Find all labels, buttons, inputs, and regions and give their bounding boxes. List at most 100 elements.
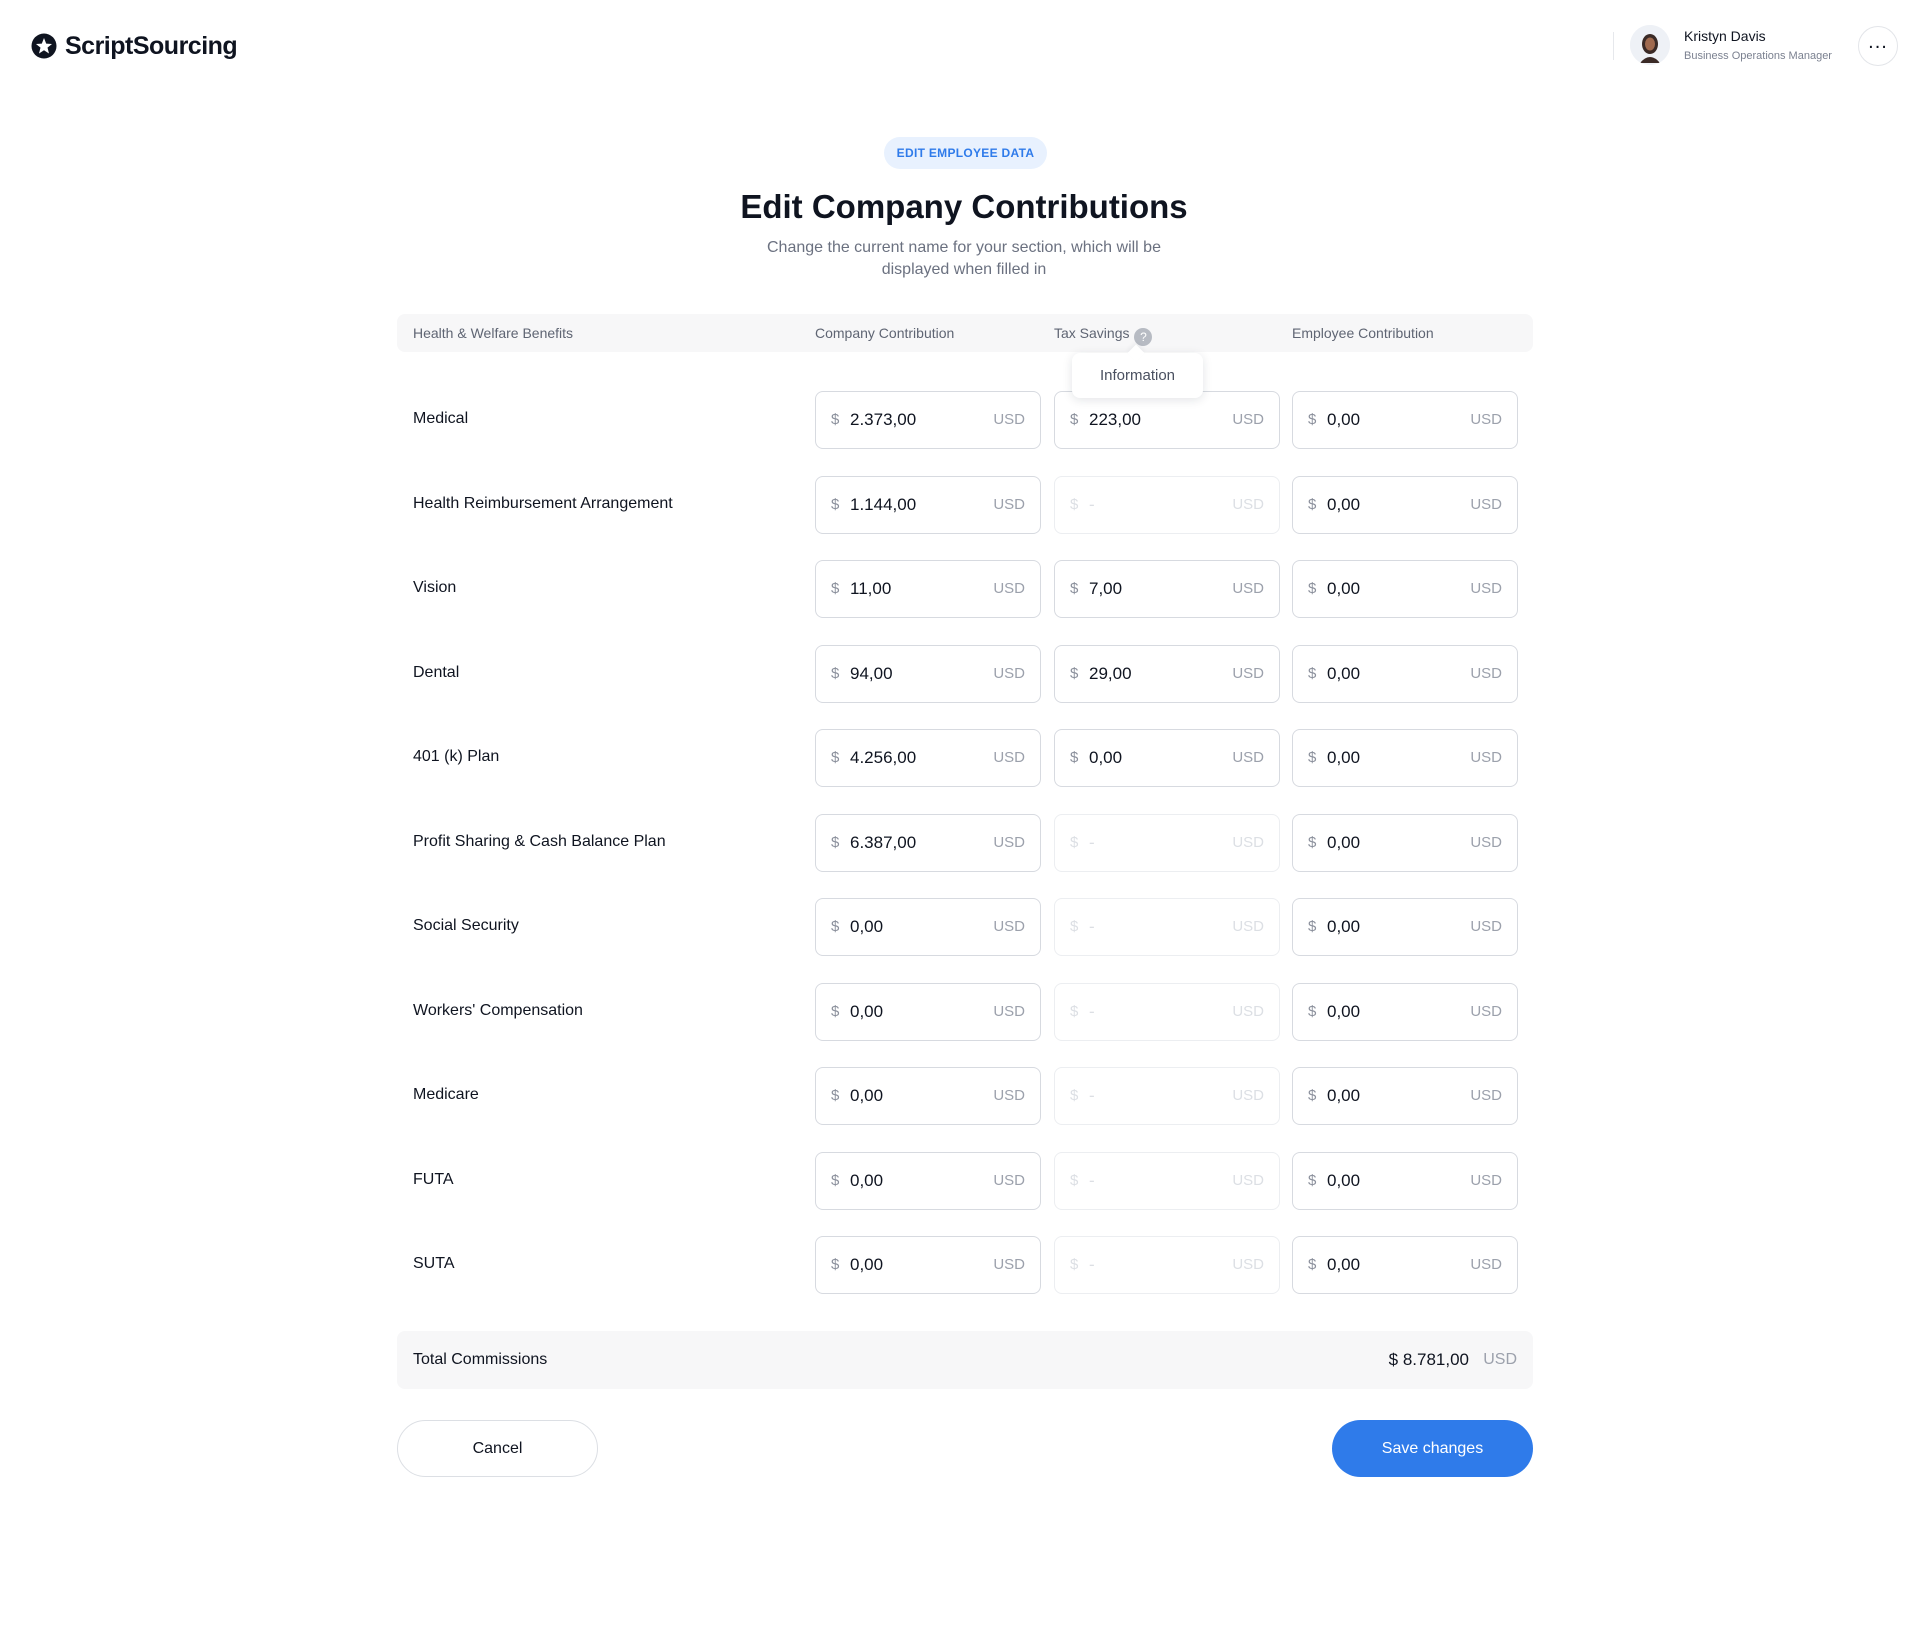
employee-contribution-input[interactable]: $0,00 USD	[1292, 1151, 1518, 1210]
tax-savings-input[interactable]: $29,00 USD	[1054, 644, 1280, 703]
more-options-button[interactable]: ...	[1858, 26, 1898, 66]
employee-contribution-input[interactable]: $0,00 USD	[1292, 475, 1518, 534]
employee-contribution-input[interactable]: $0,00 USD	[1292, 982, 1518, 1041]
row-label: Vision	[413, 579, 457, 596]
dollar-sign: $	[1308, 495, 1317, 513]
dollar-sign: $	[1070, 664, 1079, 682]
amount-value: 0,00	[1327, 832, 1361, 852]
dollar-sign: $	[1308, 1002, 1317, 1020]
currency-code: USD	[1232, 833, 1264, 851]
total-label: Total Commissions	[413, 1351, 548, 1368]
dollar-sign: $	[1070, 1256, 1079, 1273]
user-profile[interactable]: Kristyn Davis Business Operations Manage…	[1630, 25, 1832, 65]
tax-savings-input: $ - USD	[1054, 982, 1280, 1041]
company-contribution-input[interactable]: $1.144,00 USD	[815, 475, 1041, 534]
amount-value: 0,00	[850, 1255, 884, 1274]
header-employee-contribution: Employee Contribution	[1292, 325, 1434, 341]
cancel-button[interactable]: Cancel	[397, 1420, 598, 1477]
tax-savings-input[interactable]: $223,00 USD	[1054, 391, 1280, 449]
dollar-sign: $	[1308, 1171, 1317, 1189]
company-contribution-input[interactable]: $6.387,00 USD	[815, 813, 1041, 872]
total-value: $ 8.781,00	[1388, 1350, 1469, 1369]
currency-code: USD	[993, 749, 1025, 766]
currency-code: USD	[1232, 495, 1264, 513]
dollar-sign: $	[1070, 1087, 1079, 1104]
save-changes-button[interactable]: Save changes	[1332, 1420, 1533, 1477]
company-contribution-input[interactable]: $2.373,00 USD	[815, 391, 1041, 449]
employee-contribution-input[interactable]: $0,00 USD	[1292, 644, 1518, 703]
company-contribution-input[interactable]: $11,00 USD	[815, 560, 1041, 618]
dollar-sign: $	[1070, 833, 1079, 851]
amount-value: 0,00	[1327, 410, 1361, 429]
currency-code: USD	[1470, 495, 1502, 513]
employee-contribution-input[interactable]: $0,00 USD	[1292, 898, 1518, 956]
dollar-sign: $	[1070, 749, 1079, 766]
currency-code: USD	[993, 833, 1025, 851]
info-tooltip: Information	[1072, 353, 1203, 398]
amount-value: 0,00	[1327, 748, 1361, 767]
employee-contribution-input[interactable]: $0,00 USD	[1292, 560, 1518, 618]
header-tax-savings: Tax Savings?	[1054, 325, 1153, 346]
row-label: Workers' Compensation	[413, 1001, 583, 1019]
company-contribution-input[interactable]: $0,00 USD	[815, 898, 1041, 956]
logo-text: ScriptSourcing	[65, 31, 238, 60]
company-contribution-input[interactable]: $0,00 USD	[815, 1067, 1041, 1125]
currency-code: USD	[993, 918, 1025, 935]
amount-value: -	[1089, 494, 1095, 514]
tax-savings-input[interactable]: $7,00 USD	[1054, 560, 1280, 618]
employee-contribution-input[interactable]: $0,00 USD	[1292, 1067, 1518, 1125]
amount-value: -	[1089, 1086, 1095, 1105]
dollar-sign: $	[1308, 1087, 1317, 1104]
amount-value: -	[1089, 832, 1095, 852]
tax-savings-input[interactable]: $0,00 USD	[1054, 729, 1280, 787]
logo[interactable]: ScriptSourcing	[31, 30, 238, 62]
total-row: Total Commissions $ 8.781,00 USD	[397, 1331, 1533, 1389]
company-contribution-input[interactable]: $4.256,00 USD	[815, 729, 1041, 787]
currency-code: USD	[1232, 1087, 1264, 1104]
tax-savings-input: $ - USD	[1054, 1067, 1280, 1125]
company-contribution-input[interactable]: $0,00 USD	[815, 1236, 1041, 1294]
amount-value: 0,00	[850, 1170, 884, 1190]
amount-value: 1.144,00	[850, 494, 917, 514]
table-row: 401 (k) Plan $4.256,00 USD $0,00 USD $0,00 USD	[397, 729, 1533, 787]
table-row: Profit Sharing & Cash Balance Plan $6.387…	[397, 813, 1533, 872]
currency-code: USD	[1232, 749, 1264, 766]
currency-code: USD	[1470, 580, 1502, 597]
employee-contribution-input[interactable]: $0,00 USD	[1292, 729, 1518, 787]
row-label: FUTA	[413, 1170, 454, 1188]
dollar-sign: $	[831, 918, 840, 935]
currency-code: USD	[1470, 411, 1502, 428]
tax-savings-input: $ - USD	[1054, 813, 1280, 872]
page-subtitle: Change the current name for your section…	[767, 239, 1161, 278]
currency-code: USD	[1470, 749, 1502, 766]
dollar-sign: $	[1308, 918, 1317, 935]
row-label: Dental	[413, 663, 460, 681]
company-contribution-input[interactable]: $0,00 USD	[815, 982, 1041, 1041]
currency-code: USD	[993, 664, 1025, 682]
amount-value: 94,00	[850, 663, 893, 683]
company-contribution-input[interactable]: $0,00 USD	[815, 1151, 1041, 1210]
header-benefits: Health & Welfare Benefits	[413, 325, 574, 341]
amount-value: -	[1089, 1001, 1095, 1021]
row-label: SUTA	[413, 1255, 455, 1272]
amount-value: 11,00	[850, 579, 892, 598]
employee-contribution-input[interactable]: $0,00 USD	[1292, 813, 1518, 872]
employee-contribution-input[interactable]: $0,00 USD	[1292, 1236, 1518, 1294]
currency-code: USD	[1232, 1256, 1264, 1273]
currency-code: USD	[1470, 1002, 1502, 1020]
currency-code: USD	[993, 1256, 1025, 1273]
row-label: Health Reimbursement Arrangement	[413, 494, 673, 512]
dollar-sign: $	[831, 1002, 840, 1020]
amount-value: 0,00	[850, 1001, 884, 1021]
user-name: Kristyn Davis	[1684, 28, 1766, 44]
currency-code: USD	[993, 1087, 1025, 1104]
company-contribution-input[interactable]: $94,00 USD	[815, 644, 1041, 703]
info-icon[interactable]: ?	[1134, 328, 1153, 346]
tax-savings-input: $ - USD	[1054, 475, 1280, 534]
dollar-sign: $	[831, 664, 840, 682]
employee-contribution-input[interactable]: $0,00 USD	[1292, 391, 1518, 449]
total-currency: USD	[1483, 1351, 1517, 1368]
tax-savings-input: $ - USD	[1054, 898, 1280, 956]
currency-code: USD	[1470, 1171, 1502, 1189]
currency-code: USD	[1232, 1171, 1264, 1189]
